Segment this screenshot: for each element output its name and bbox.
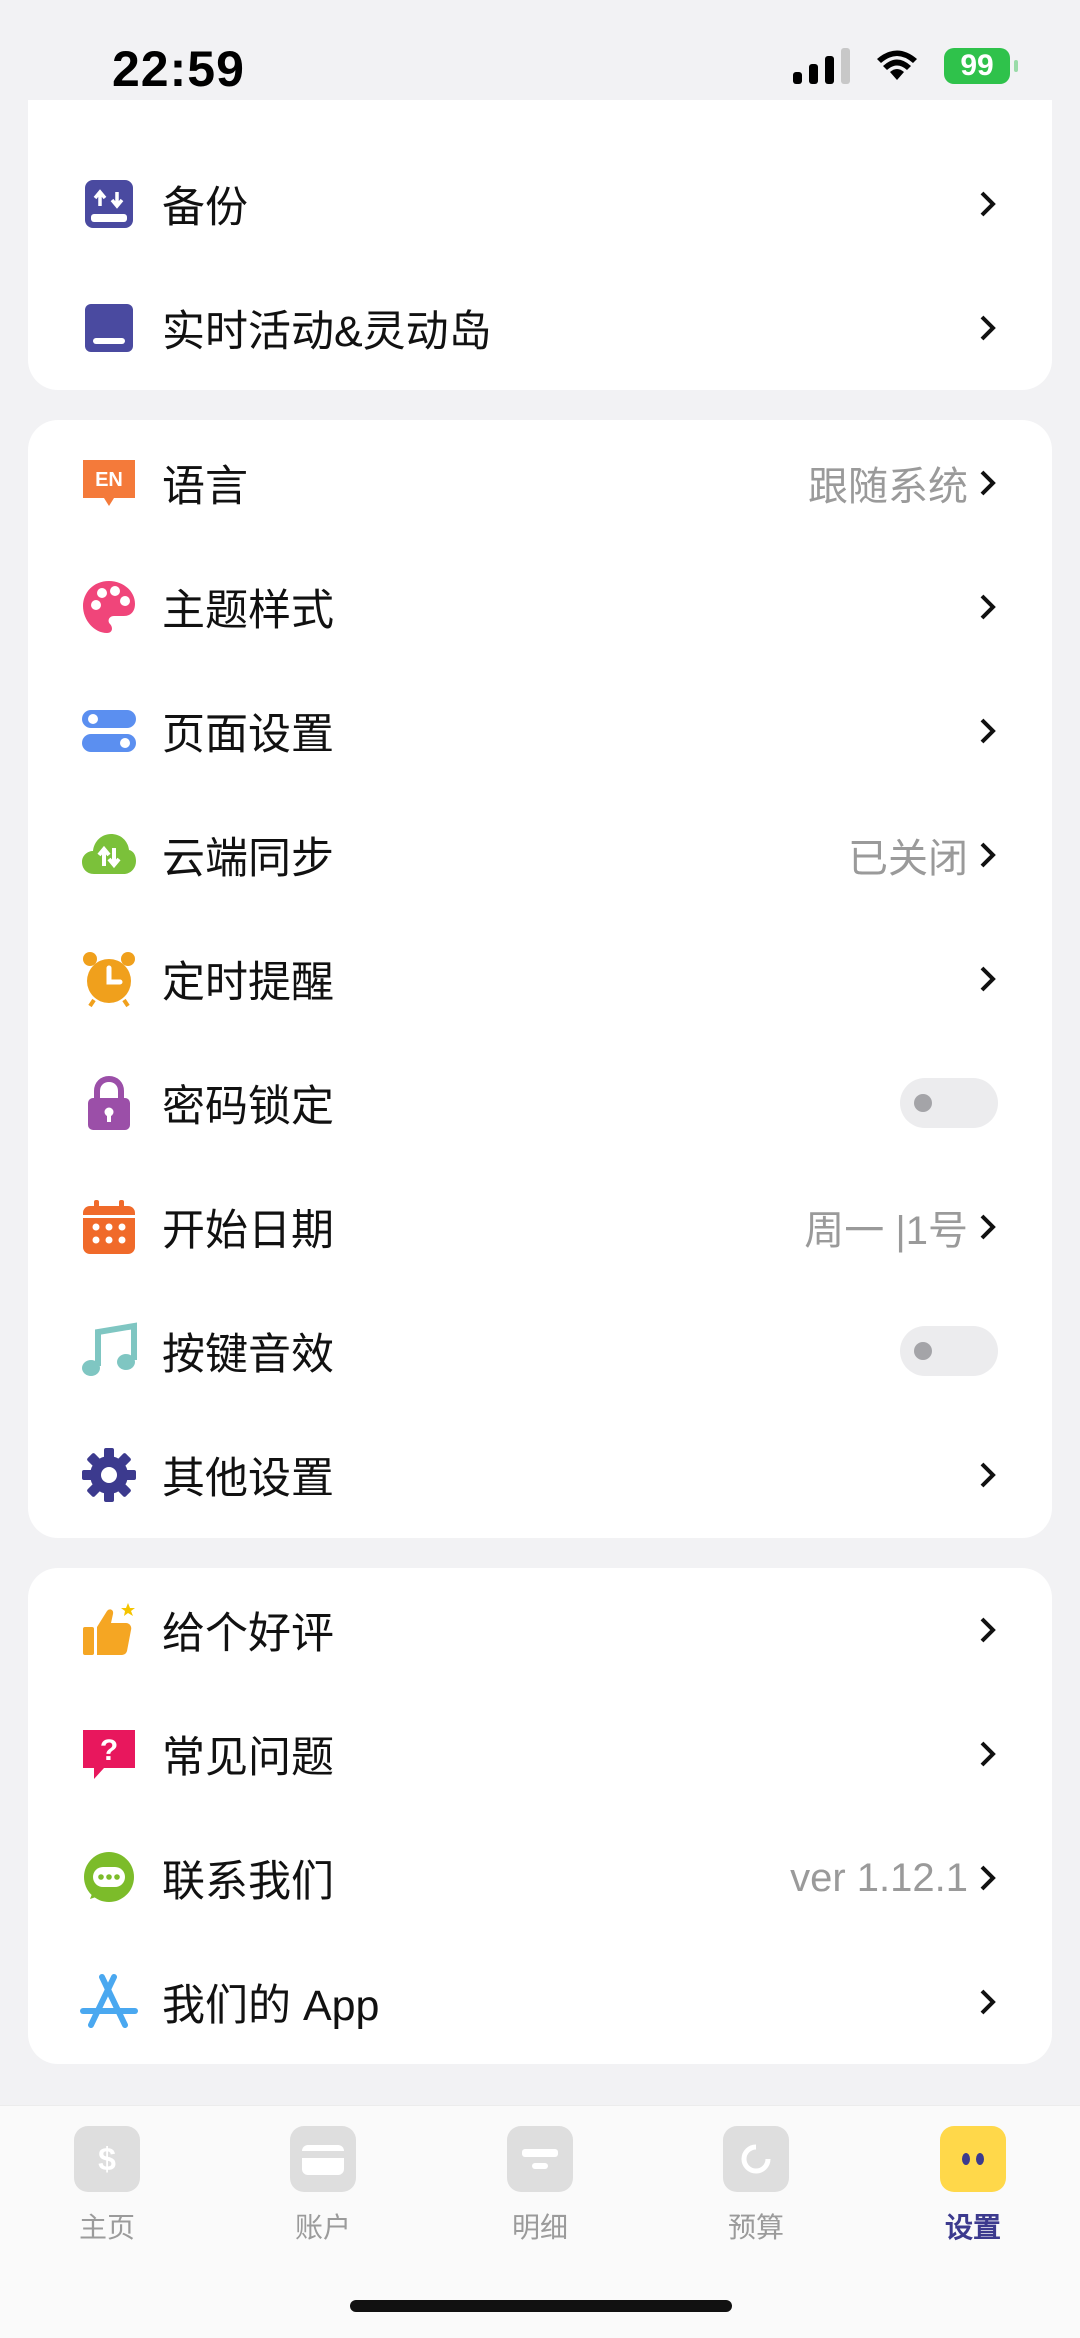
chat-icon	[80, 1849, 138, 1907]
chevron-right-icon	[974, 959, 1002, 999]
row-label: 给个好评	[162, 1610, 334, 1658]
row-reminder[interactable]: 定时提醒	[28, 917, 1052, 1041]
tab-label: 账户	[294, 2212, 351, 2243]
gear-icon	[80, 1446, 138, 1504]
lock-icon	[80, 1074, 138, 1132]
settings-group-about: 给个好评 ? 常见问题 联系我们 ver 1.12.1 我们的 App	[28, 1568, 1052, 2064]
chevron-right-icon	[974, 463, 1002, 503]
budget-icon	[723, 2126, 789, 2192]
row-label: 密码锁定	[162, 1083, 334, 1131]
password-lock-toggle[interactable]	[900, 1078, 998, 1128]
key-sound-toggle[interactable]	[900, 1326, 998, 1376]
tab-accounts[interactable]: 账户	[263, 2126, 383, 2246]
toggle-knob	[914, 1342, 932, 1360]
row-live-activity[interactable]: 实时活动&灵动岛	[28, 266, 1052, 390]
row-our-apps[interactable]: 我们的 App	[28, 1940, 1052, 2064]
page-settings-icon	[80, 702, 138, 760]
row-contact-us[interactable]: 联系我们 ver 1.12.1	[28, 1816, 1052, 1940]
tab-budget[interactable]: 预算	[696, 2126, 816, 2246]
svg-text:?: ?	[100, 1734, 118, 1767]
row-value: 已关闭	[848, 837, 968, 881]
tab-home[interactable]: $ 主页	[47, 2126, 167, 2246]
tab-label: 预算	[727, 2212, 784, 2243]
row-label: 实时活动&灵动岛	[162, 308, 492, 356]
row-label: 云端同步	[162, 835, 334, 883]
toggle-knob	[914, 1094, 932, 1112]
row-label: 定时提醒	[162, 959, 334, 1007]
question-icon: ?	[80, 1725, 138, 1783]
battery-level: 99	[960, 49, 994, 82]
cloud-sync-icon	[80, 826, 138, 884]
row-theme[interactable]: 主题样式	[28, 545, 1052, 669]
tab-settings[interactable]: 设置	[913, 2126, 1033, 2246]
chevron-right-icon	[974, 835, 1002, 875]
chevron-right-icon	[974, 1207, 1002, 1247]
language-icon-text: EN	[95, 469, 123, 491]
chevron-right-icon	[974, 1734, 1002, 1774]
row-start-date[interactable]: 开始日期 周一 |1号	[28, 1165, 1052, 1289]
tab-details[interactable]: 明细	[480, 2126, 600, 2246]
row-label: 开始日期	[162, 1207, 334, 1255]
svg-text:$: $	[98, 2141, 116, 2177]
wifi-icon	[877, 50, 917, 80]
calendar-icon	[80, 1198, 138, 1256]
settings-face-icon	[940, 2126, 1006, 2192]
cellular-signal-icon	[793, 48, 850, 84]
details-icon	[507, 2126, 573, 2192]
tab-label: 设置	[944, 2212, 1001, 2243]
row-backup[interactable]: 备份	[28, 142, 1052, 266]
chevron-right-icon	[974, 1455, 1002, 1495]
chevron-right-icon	[974, 711, 1002, 751]
chevron-right-icon	[974, 1610, 1002, 1650]
row-label: 页面设置	[162, 711, 334, 759]
chevron-right-icon	[974, 184, 1002, 224]
chevron-right-icon	[974, 1858, 1002, 1898]
row-value: 跟随系统	[808, 465, 968, 509]
alarm-clock-icon	[80, 950, 138, 1008]
tab-label: 明细	[511, 2212, 568, 2243]
app-store-icon	[80, 1973, 138, 2031]
row-label: 语言	[162, 463, 248, 511]
row-password-lock: 密码锁定	[28, 1041, 1052, 1165]
chevron-right-icon	[974, 587, 1002, 627]
music-note-icon	[80, 1322, 138, 1380]
settings-group-preferences: EN 语言 跟随系统 主题样式 页面设置 云端同步 已关闭 定时提醒 密码锁定 …	[28, 420, 1052, 1538]
row-label: 我们的 App	[162, 1982, 380, 2030]
status-icons: 99	[793, 48, 1018, 84]
row-label: 备份	[162, 184, 248, 232]
row-faq[interactable]: ? 常见问题	[28, 1692, 1052, 1816]
row-label: 常见问题	[162, 1734, 334, 1782]
row-rate-us[interactable]: 给个好评	[28, 1568, 1052, 1692]
battery-icon: 99	[944, 48, 1018, 84]
row-page-settings[interactable]: 页面设置	[28, 669, 1052, 793]
palette-icon	[80, 578, 138, 636]
wallet-icon	[290, 2126, 356, 2192]
row-value: ver 1.12.1	[790, 1855, 968, 1900]
live-activity-icon	[80, 299, 138, 357]
row-value: 周一 |1号	[804, 1209, 968, 1253]
tab-label: 主页	[78, 2212, 135, 2243]
home-dollar-icon: $	[74, 2126, 140, 2192]
status-time: 22:59	[112, 41, 245, 97]
home-indicator[interactable]	[350, 2300, 732, 2312]
settings-group-data: 备份 实时活动&灵动岛	[28, 100, 1052, 390]
backup-icon	[80, 175, 138, 233]
chevron-right-icon	[974, 1982, 1002, 2022]
row-cloud-sync[interactable]: 云端同步 已关闭	[28, 793, 1052, 917]
row-label: 联系我们	[162, 1858, 334, 1906]
row-label: 主题样式	[162, 587, 334, 635]
chevron-right-icon	[974, 308, 1002, 348]
row-label: 其他设置	[162, 1455, 334, 1503]
row-key-sound: 按键音效	[28, 1289, 1052, 1413]
language-icon: EN	[80, 454, 138, 512]
thumbs-up-icon	[80, 1601, 138, 1659]
row-language[interactable]: EN 语言 跟随系统	[28, 421, 1052, 545]
row-label: 按键音效	[162, 1331, 334, 1379]
row-other-settings[interactable]: 其他设置	[28, 1413, 1052, 1537]
